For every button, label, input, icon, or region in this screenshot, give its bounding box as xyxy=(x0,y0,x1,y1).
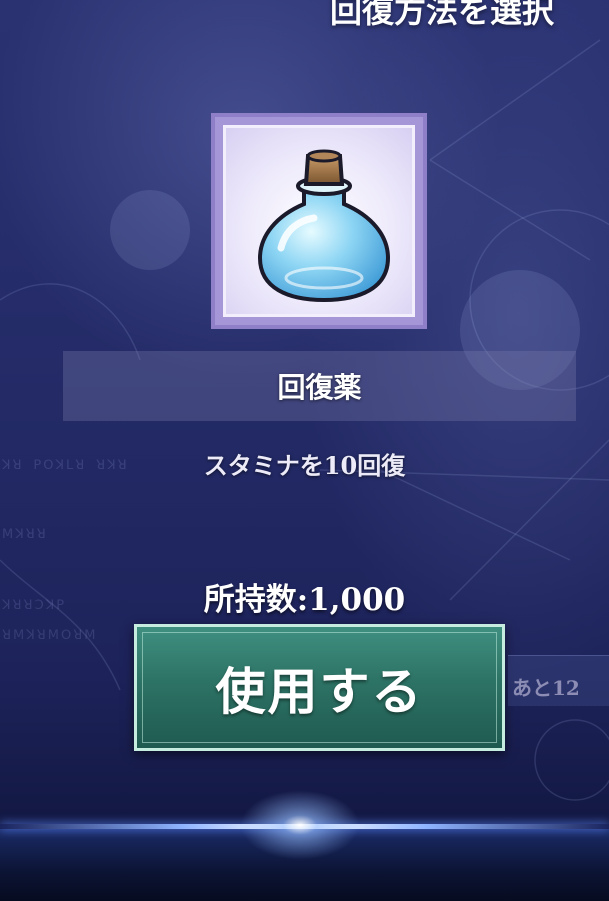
use-button-label: 使用する xyxy=(215,661,424,721)
potion-bottle-icon xyxy=(257,149,391,303)
item-name: 回復薬 xyxy=(277,371,362,404)
item-icon-background xyxy=(223,125,415,317)
light-burst xyxy=(240,790,360,860)
use-button[interactable]: 使用する xyxy=(134,624,505,751)
background-rune-text: ꓤꓟꓘꓤꓟꓳꓤꓟ xyxy=(2,628,98,643)
background-rune-text: ꓟꓘꓤꓤ xyxy=(2,527,48,542)
side-panel-text: あと12 xyxy=(512,676,580,700)
item-description: スタミナを10回復 xyxy=(203,451,406,480)
item-icon-frame xyxy=(211,113,427,329)
page-title: 回復方法を選択 xyxy=(330,0,555,30)
item-name-bar: 回復薬 xyxy=(63,351,576,421)
owned-count: 所持数:1,000 xyxy=(203,582,406,618)
